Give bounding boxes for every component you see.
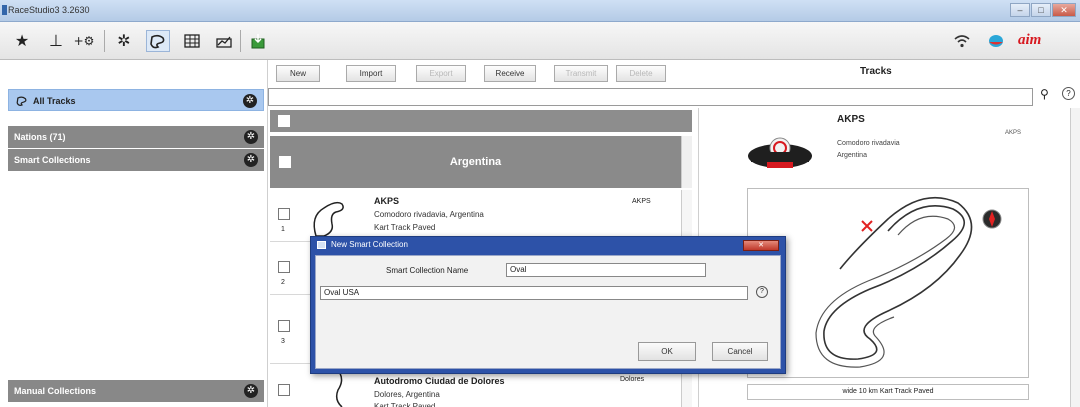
- dialog-title: New Smart Collection: [331, 240, 408, 249]
- table-row[interactable]: 1 AKPS Comodoro rivadavia, Argentina Kar…: [270, 190, 681, 242]
- aim-logo: aim: [1018, 32, 1042, 48]
- download-icon[interactable]: [246, 30, 270, 52]
- collections-sidebar: All Tracks ✲ Nations (71) ✲ Smart Collec…: [0, 60, 268, 407]
- import-button[interactable]: Import: [346, 65, 396, 82]
- gear-icon[interactable]: ✲: [112, 30, 136, 52]
- row-name: AKPS: [374, 196, 400, 206]
- dialog-icon: [317, 241, 326, 249]
- window-title: RaceStudio3 3.2630: [8, 5, 90, 15]
- track-map: [747, 188, 1029, 378]
- row-code: Dolores: [620, 376, 645, 383]
- row-type: Kart Track Paved: [374, 402, 436, 407]
- grid-icon[interactable]: [180, 30, 204, 52]
- export-button[interactable]: Export: [416, 65, 466, 82]
- help-icon[interactable]: ?: [1062, 87, 1075, 100]
- dialog-close-button[interactable]: ✕: [743, 240, 779, 251]
- row-checkbox[interactable]: [278, 320, 290, 332]
- sidebar-item-nations[interactable]: Nations (71) ✲: [8, 126, 264, 148]
- select-all-checkbox[interactable]: [278, 115, 290, 127]
- star-icon[interactable]: ★: [10, 30, 34, 52]
- track-thumbnail: [313, 201, 344, 237]
- row-checkbox[interactable]: [278, 261, 290, 273]
- main-toolbar: ★ ⊥ +⚙ ✲ aim: [0, 22, 1080, 60]
- gear-icon[interactable]: ✲: [244, 153, 258, 167]
- new-button[interactable]: New: [276, 65, 320, 82]
- tracks-title: Tracks: [860, 66, 892, 77]
- gear-icon[interactable]: ✲: [243, 94, 257, 108]
- sidebar-item-label: Manual Collections: [14, 386, 97, 396]
- gear-icon[interactable]: ✲: [244, 130, 258, 144]
- smart-collection-name-label: Smart Collection Name: [386, 266, 469, 275]
- title-bar: RaceStudio3 3.2630 – □ ✕: [0, 0, 1080, 22]
- group-scrollbar[interactable]: [681, 136, 692, 188]
- cancel-button[interactable]: Cancel: [712, 342, 768, 361]
- row-code: AKPS: [632, 198, 651, 205]
- minimize-button[interactable]: –: [1010, 3, 1030, 17]
- row-checkbox[interactable]: [278, 208, 290, 220]
- ok-button[interactable]: OK: [638, 342, 696, 361]
- group-label: Argentina: [449, 156, 502, 168]
- maximize-button[interactable]: □: [1031, 3, 1051, 17]
- receive-button[interactable]: Receive: [484, 65, 536, 82]
- group-header-argentina[interactable]: Argentina: [270, 136, 681, 188]
- row-location: Comodoro rivadavia, Argentina: [374, 210, 484, 219]
- transmit-button[interactable]: Transmit: [554, 65, 608, 82]
- track-map-footer: wide 10 km Kart Track Paved: [747, 384, 1029, 400]
- sidebar-item-label: Nations (71): [14, 132, 66, 142]
- close-button[interactable]: ✕: [1052, 3, 1076, 17]
- row-checkbox[interactable]: [278, 384, 290, 396]
- detail-country: Argentina: [837, 152, 867, 159]
- row-location: Dolores, Argentina: [374, 390, 440, 399]
- gear-icon[interactable]: ✲: [244, 384, 258, 398]
- chart-icon[interactable]: [212, 30, 236, 52]
- sidebar-item-all-tracks[interactable]: All Tracks ✲: [8, 89, 264, 111]
- detail-city: Comodoro rivadavia: [837, 140, 900, 147]
- sidebar-item-label: All Tracks: [33, 96, 76, 106]
- search-input[interactable]: [268, 88, 1033, 106]
- row-index: 2: [281, 279, 285, 286]
- status-icon[interactable]: [984, 30, 1008, 52]
- delete-button[interactable]: Delete: [616, 65, 666, 82]
- dialog-body: Smart Collection Name Oval Oval USA ? OK…: [315, 255, 781, 369]
- row-name: Autodromo Ciudad de Dolores: [374, 376, 505, 386]
- toolbar-separator: [104, 30, 105, 52]
- sidebar-item-label: Smart Collections: [14, 155, 91, 165]
- row-index: 1: [281, 226, 285, 233]
- new-smart-collection-dialog: New Smart Collection ✕ Smart Collection …: [310, 236, 786, 374]
- smart-collection-name-input[interactable]: Oval: [506, 263, 706, 277]
- help-icon[interactable]: ?: [756, 286, 768, 298]
- toolbar-separator: [240, 30, 241, 52]
- wifi-icon[interactable]: [950, 30, 974, 52]
- list-header: [270, 110, 692, 132]
- sidebar-item-smart-collections[interactable]: Smart Collections ✲: [8, 149, 264, 171]
- add-device-icon[interactable]: +⚙: [72, 30, 96, 52]
- detail-track-code: AKPS: [1005, 130, 1022, 136]
- detail-scrollbar[interactable]: [1070, 108, 1080, 407]
- sidebar-item-manual-collections[interactable]: Manual Collections ✲: [8, 380, 264, 402]
- app-icon: [2, 5, 7, 15]
- upload-icon[interactable]: ⊥: [44, 30, 68, 52]
- row-index: 3: [281, 338, 285, 345]
- row-type: Kart Track Paved: [374, 223, 436, 232]
- detail-track-name: AKPS: [837, 114, 865, 125]
- track-logo: [745, 134, 815, 174]
- app-window: RaceStudio3 3.2630 – □ ✕ ★ ⊥ +⚙ ✲ aim Al…: [0, 0, 1080, 407]
- tracks-icon[interactable]: [146, 30, 170, 52]
- filter-input[interactable]: Oval USA: [320, 286, 748, 300]
- search-icon[interactable]: ⚲: [1040, 87, 1049, 101]
